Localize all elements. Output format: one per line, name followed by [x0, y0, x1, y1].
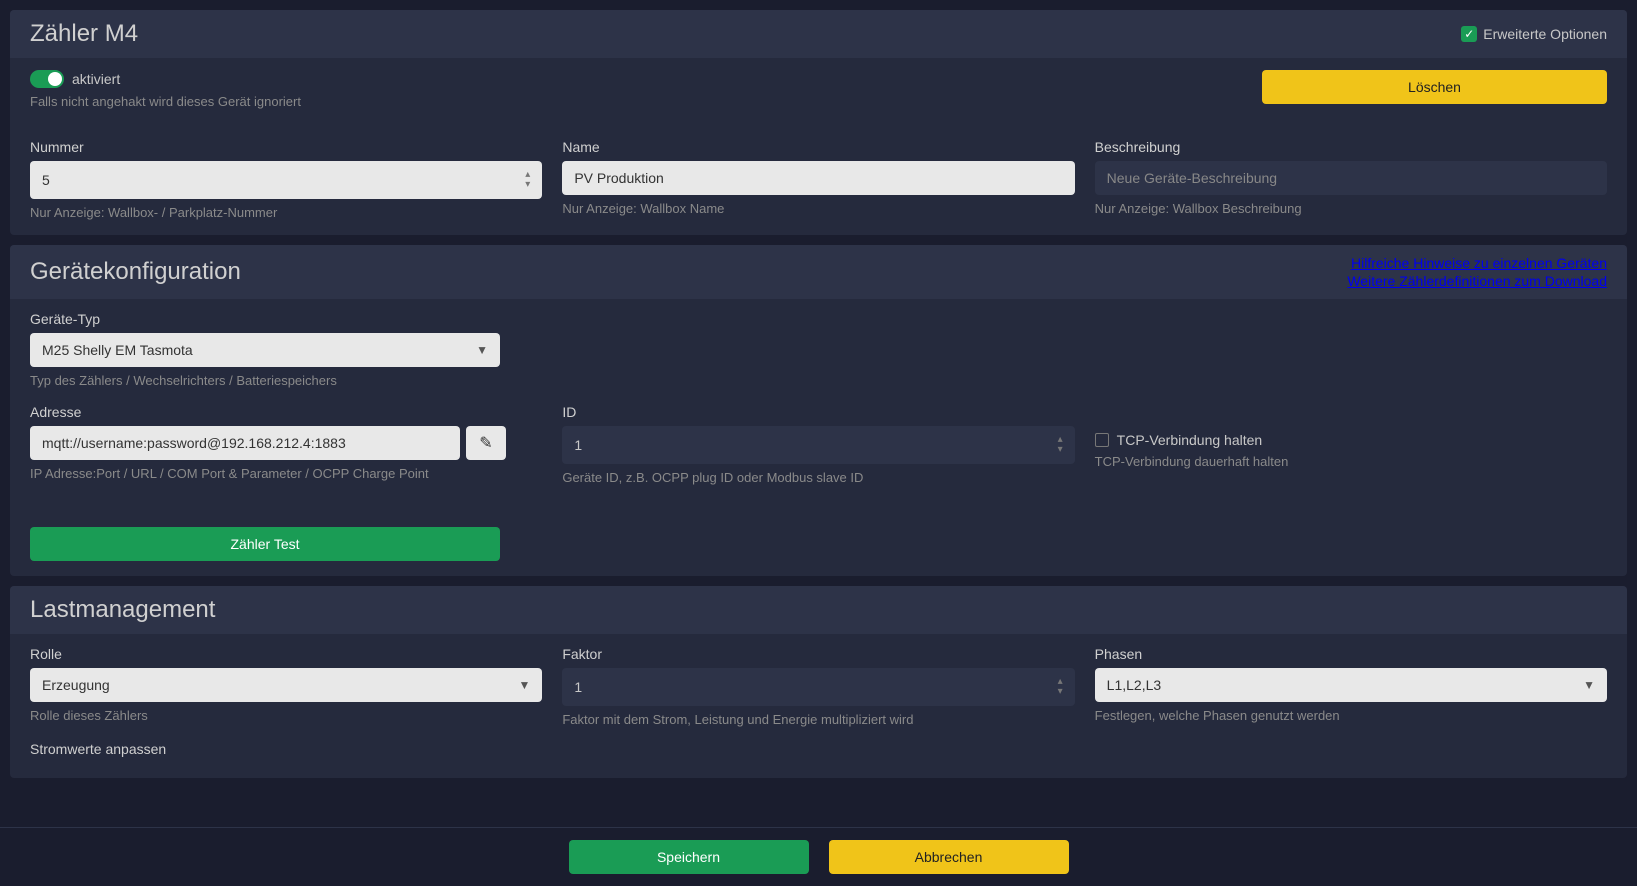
load-management-title: Lastmanagement: [30, 596, 215, 624]
chevron-down-icon: ▼: [518, 678, 530, 692]
address-help: IP Adresse:Port / URL / COM Port & Param…: [30, 466, 542, 481]
phases-label: Phasen: [1095, 646, 1607, 662]
advanced-options-toggle[interactable]: ✓ Erweiterte Optionen: [1461, 26, 1607, 42]
pencil-icon: ✎: [479, 433, 492, 453]
hints-link[interactable]: Hilfreiche Hinweise zu einzelnen Geräten: [1351, 255, 1607, 271]
device-type-select[interactable]: M25 Shelly EM Tasmota ▼: [30, 333, 500, 367]
download-link[interactable]: Weitere Zählerdefinitionen zum Download: [1347, 273, 1607, 289]
device-config-panel: Gerätekonfiguration Hilfreiche Hinweise …: [10, 245, 1627, 576]
tcp-keep-checkbox[interactable]: TCP-Verbindung halten: [1095, 432, 1607, 448]
save-button[interactable]: Speichern: [569, 840, 809, 874]
enabled-label: aktiviert: [72, 71, 120, 87]
phases-help: Festlegen, welche Phasen genutzt werden: [1095, 708, 1607, 723]
number-label: Nummer: [30, 139, 542, 155]
description-input[interactable]: [1095, 161, 1607, 195]
name-help: Nur Anzeige: Wallbox Name: [562, 201, 1074, 216]
meter-panel-header: Zähler M4 ✓ Erweiterte Optionen: [10, 10, 1627, 58]
id-label: ID: [562, 404, 1074, 420]
address-label: Adresse: [30, 404, 542, 420]
tcp-keep-help: TCP-Verbindung dauerhaft halten: [1095, 454, 1607, 469]
name-label: Name: [562, 139, 1074, 155]
description-help: Nur Anzeige: Wallbox Beschreibung: [1095, 201, 1607, 216]
tcp-keep-label: TCP-Verbindung halten: [1117, 432, 1263, 448]
device-type-label: Geräte-Typ: [30, 311, 500, 327]
device-config-title: Gerätekonfiguration: [30, 258, 241, 286]
role-select[interactable]: Erzeugung ▼: [30, 668, 542, 702]
edit-address-button[interactable]: ✎: [466, 426, 506, 460]
spinner-icon: ▴▾: [525, 170, 530, 190]
advanced-options-label: Erweiterte Optionen: [1483, 26, 1607, 42]
check-icon: ✓: [1461, 26, 1477, 42]
chevron-down-icon: ▼: [476, 343, 488, 357]
load-management-panel: Lastmanagement Rolle Erzeugung ▼ Rolle d…: [10, 586, 1627, 778]
page-title: Zähler M4: [30, 20, 138, 48]
role-help: Rolle dieses Zählers: [30, 708, 542, 723]
factor-help: Faktor mit dem Strom, Leistung und Energ…: [562, 712, 1074, 727]
meter-panel: Zähler M4 ✓ Erweiterte Optionen aktivier…: [10, 10, 1627, 235]
adjust-current-label: Stromwerte anpassen: [30, 741, 1607, 757]
footer-bar: Speichern Abbrechen: [0, 827, 1637, 886]
factor-label: Faktor: [562, 646, 1074, 662]
phases-select[interactable]: L1,L2,L3 ▼: [1095, 668, 1607, 702]
device-type-help: Typ des Zählers / Wechselrichters / Batt…: [30, 373, 500, 388]
name-input[interactable]: [562, 161, 1074, 195]
description-label: Beschreibung: [1095, 139, 1607, 155]
spinner-icon: ▴▾: [1058, 677, 1063, 697]
id-input[interactable]: 1 ▴▾: [562, 426, 1074, 464]
enabled-toggle[interactable]: [30, 70, 64, 88]
meter-test-button[interactable]: Zähler Test: [30, 527, 500, 561]
checkbox-icon: [1095, 433, 1109, 447]
load-management-header: Lastmanagement: [10, 586, 1627, 634]
id-help: Geräte ID, z.B. OCPP plug ID oder Modbus…: [562, 470, 1074, 485]
spinner-icon: ▴▾: [1058, 435, 1063, 455]
factor-input[interactable]: 1 ▴▾: [562, 668, 1074, 706]
chevron-down-icon: ▼: [1583, 678, 1595, 692]
device-config-header: Gerätekonfiguration Hilfreiche Hinweise …: [10, 245, 1627, 299]
address-input[interactable]: [30, 426, 460, 460]
role-label: Rolle: [30, 646, 542, 662]
enabled-help: Falls nicht angehakt wird dieses Gerät i…: [30, 94, 301, 109]
number-input[interactable]: 5 ▴▾: [30, 161, 542, 199]
delete-button[interactable]: Löschen: [1262, 70, 1607, 104]
number-help: Nur Anzeige: Wallbox- / Parkplatz-Nummer: [30, 205, 542, 220]
cancel-button[interactable]: Abbrechen: [829, 840, 1069, 874]
